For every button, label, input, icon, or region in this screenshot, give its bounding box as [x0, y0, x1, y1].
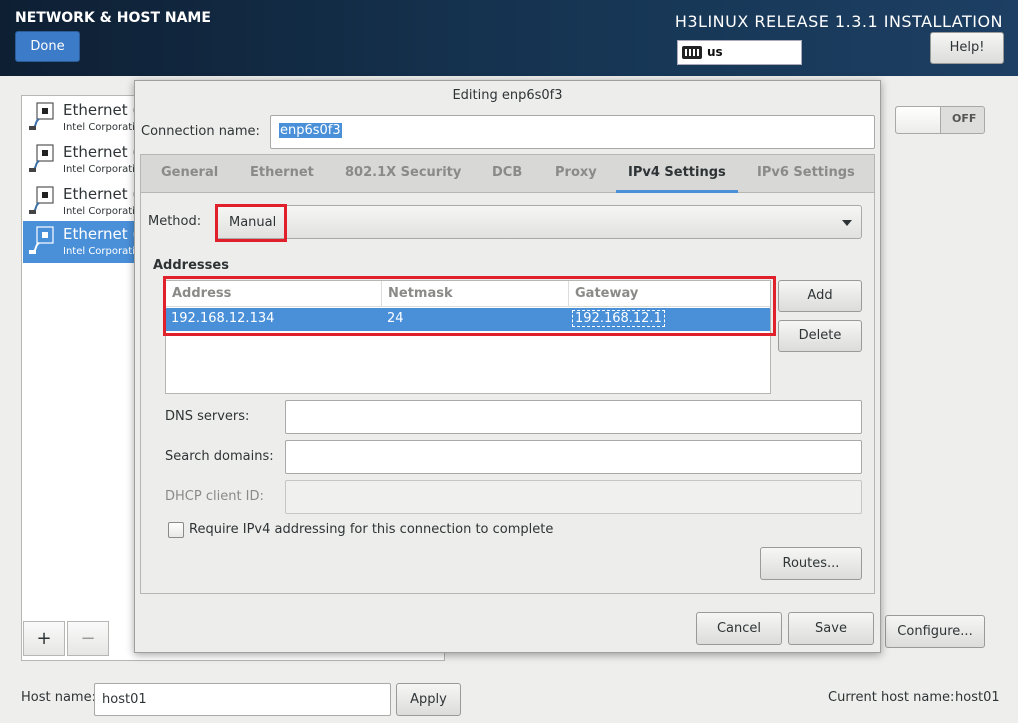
addresses-table[interactable]: Address Netmask Gateway 192.168.12.134 2…: [165, 280, 771, 394]
dialog-title: Editing enp6s0f3: [452, 88, 563, 103]
search-domains-input[interactable]: [285, 440, 862, 474]
add-address-button[interactable]: Add: [778, 280, 862, 312]
edit-connection-dialog: Editing enp6s0f3 Connection name: enp6s0…: [134, 80, 881, 653]
hostname-input[interactable]: [94, 683, 391, 716]
active-tab-indicator: [616, 190, 738, 193]
ethernet-icon: [29, 186, 54, 214]
delete-address-button[interactable]: Delete: [778, 320, 862, 352]
tab-bar: General Ethernet 802.1X Security DCB Pro…: [141, 155, 874, 193]
current-hostname: Current host name: host01: [828, 690, 1000, 705]
tab-ipv6-settings[interactable]: IPv6 Settings: [757, 165, 855, 180]
configure-button[interactable]: Configure...: [885, 615, 985, 648]
hostname-label: Host name:: [21, 690, 96, 705]
device-toggle-switch[interactable]: OFF: [895, 106, 985, 134]
require-ipv4-checkbox[interactable]: [168, 522, 184, 538]
addresses-heading: Addresses: [153, 258, 229, 273]
tab-general[interactable]: General: [161, 165, 218, 180]
device-vendor: Intel Corporatio: [63, 164, 142, 175]
tab-8021x-security[interactable]: 802.1X Security: [345, 165, 461, 180]
dhcp-client-id-label: DHCP client ID:: [165, 489, 264, 504]
tab-ethernet[interactable]: Ethernet: [250, 165, 314, 180]
require-ipv4-label[interactable]: Require IPv4 addressing for this connect…: [189, 522, 553, 537]
remove-device-button[interactable]: −: [67, 621, 109, 656]
toggle-state-label: OFF: [952, 112, 977, 125]
gateway-cell[interactable]: 192.168.12.1: [572, 310, 665, 327]
current-hostname-label: Current host name:: [828, 690, 955, 705]
device-name: Ethernet (: [63, 101, 139, 119]
method-value: Manual: [229, 215, 277, 230]
connection-name-input[interactable]: enp6s0f3: [270, 115, 875, 149]
cancel-button[interactable]: Cancel: [696, 612, 782, 645]
device-name: Ethernet (: [63, 185, 139, 203]
netmask-cell[interactable]: 24: [387, 311, 404, 326]
method-label: Method:: [148, 214, 202, 229]
keyboard-layout-indicator[interactable]: us: [677, 40, 802, 65]
release-title: H3LINUX RELEASE 1.3.1 INSTALLATION: [674, 12, 1003, 31]
toggle-knob: [896, 107, 941, 133]
search-domains-label: Search domains:: [165, 449, 274, 464]
column-gateway[interactable]: Gateway: [569, 281, 770, 306]
ethernet-icon: [29, 102, 54, 130]
ethernet-icon: [29, 144, 54, 172]
dns-servers-label: DNS servers:: [165, 409, 250, 424]
keyboard-icon: [682, 46, 702, 59]
routes-button[interactable]: Routes...: [760, 547, 862, 580]
device-name: Ethernet (: [63, 225, 139, 243]
column-address[interactable]: Address: [166, 281, 382, 306]
connection-name-label: Connection name:: [141, 124, 260, 139]
chevron-down-icon: [842, 220, 852, 226]
connection-name-value: enp6s0f3: [279, 123, 342, 138]
page-title: NETWORK & HOST NAME: [15, 10, 211, 26]
table-header: Address Netmask Gateway: [166, 281, 770, 307]
keyboard-layout-label: us: [707, 45, 723, 59]
dhcp-client-id-input: [285, 480, 862, 514]
dns-servers-input[interactable]: [285, 400, 862, 434]
tab-proxy[interactable]: Proxy: [555, 165, 597, 180]
header-bar: NETWORK & HOST NAME Done H3LINUX RELEASE…: [0, 0, 1018, 76]
tab-dcb[interactable]: DCB: [492, 165, 522, 180]
table-row[interactable]: 192.168.12.134 24 192.168.12.1: [166, 308, 770, 331]
apply-button[interactable]: Apply: [396, 683, 461, 716]
add-device-button[interactable]: +: [23, 621, 65, 656]
address-cell[interactable]: 192.168.12.134: [171, 311, 274, 326]
current-hostname-value: host01: [955, 690, 1000, 705]
device-vendor: Intel Corporatio: [63, 206, 142, 217]
column-netmask[interactable]: Netmask: [382, 281, 569, 306]
help-button[interactable]: Help!: [930, 32, 1004, 64]
device-vendor: Intel Corporatio: [63, 122, 142, 133]
device-vendor: Intel Corporatio: [63, 246, 142, 257]
tab-ipv4-settings[interactable]: IPv4 Settings: [628, 165, 726, 180]
method-dropdown[interactable]: Manual: [215, 205, 862, 239]
ethernet-icon: [29, 226, 54, 254]
save-button[interactable]: Save: [788, 612, 874, 645]
done-button[interactable]: Done: [15, 31, 80, 62]
device-name: Ethernet (: [63, 143, 139, 161]
